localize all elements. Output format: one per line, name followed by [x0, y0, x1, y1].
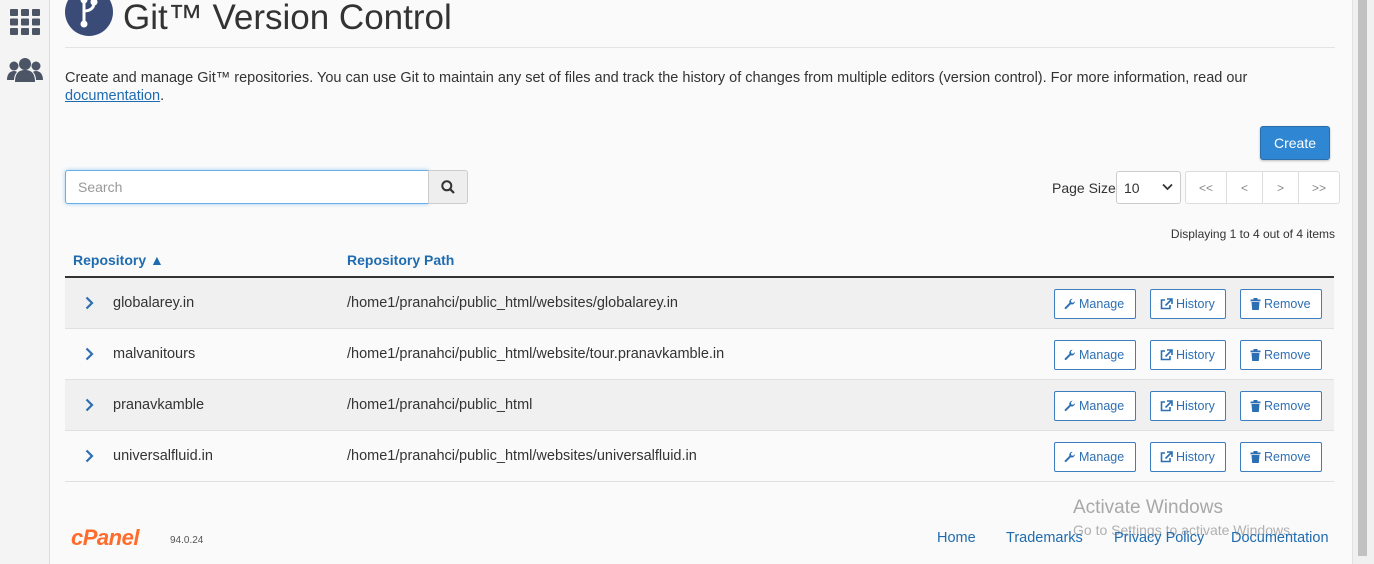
scrollbar-thumb[interactable] [1358, 0, 1367, 556]
chevron-down-icon [1162, 183, 1173, 191]
wrench-icon [1064, 298, 1076, 310]
history-button[interactable]: History [1150, 391, 1226, 421]
remove-label: Remove [1264, 297, 1311, 311]
manage-label: Manage [1079, 399, 1125, 413]
cpanel-version: 94.0.24 [170, 535, 204, 546]
footer-link-documentation[interactable]: Documentation [1231, 530, 1329, 546]
manage-label: Manage [1079, 450, 1125, 464]
history-label: History [1176, 348, 1215, 362]
sidebar [0, 0, 50, 564]
remove-button[interactable]: Remove [1240, 391, 1322, 421]
table-row: pranavkamble /home1/pranahci/public_html… [65, 380, 1334, 431]
page-header: Git™ Version Control [65, 0, 1335, 48]
repository-path: /home1/pranahci/public_html/websites/glo… [347, 295, 679, 311]
displaying-count: Displaying 1 to 4 out of 4 items [1170, 227, 1335, 241]
chevron-right-icon[interactable] [85, 347, 94, 361]
users-icon[interactable] [0, 50, 50, 90]
wrench-icon [1064, 451, 1076, 463]
trash-icon [1250, 298, 1261, 310]
history-button[interactable]: History [1150, 442, 1226, 472]
manage-button[interactable]: Manage [1054, 340, 1136, 370]
history-button[interactable]: History [1150, 289, 1226, 319]
footer-link-home[interactable]: Home [937, 530, 976, 546]
description-suffix: . [160, 88, 165, 104]
trash-icon [1250, 400, 1261, 412]
manage-label: Manage [1079, 297, 1125, 311]
remove-label: Remove [1264, 399, 1311, 413]
repository-name: globalarey.in [113, 295, 195, 311]
repository-name: malvanitours [113, 346, 196, 362]
column-repository-path[interactable]: Repository Path [347, 252, 454, 268]
repository-name: universalfluid.in [113, 448, 213, 464]
documentation-link[interactable]: documentation [65, 88, 160, 104]
column-repository[interactable]: Repository ▲ [73, 252, 164, 268]
page-scrollbar[interactable] [1352, 0, 1374, 564]
repository-path: /home1/pranahci/public_html/website/tour… [347, 346, 725, 362]
remove-label: Remove [1264, 450, 1311, 464]
page-size-label: Page Size [1052, 180, 1116, 196]
external-link-icon [1160, 400, 1173, 412]
page-size-select[interactable]: 10 [1116, 171, 1181, 204]
git-logo-icon [65, 0, 113, 36]
history-label: History [1176, 297, 1215, 311]
external-link-icon [1160, 298, 1173, 310]
page-description: Create and manage Git™ repositories. You… [65, 69, 1335, 105]
trash-icon [1250, 451, 1261, 463]
search-input[interactable] [65, 170, 429, 204]
chevron-right-icon[interactable] [85, 398, 94, 412]
history-button[interactable]: History [1150, 340, 1226, 370]
repository-path: /home1/pranahci/public_html/websites/uni… [347, 448, 697, 464]
manage-button[interactable]: Manage [1054, 289, 1136, 319]
history-label: History [1176, 399, 1215, 413]
remove-button[interactable]: Remove [1240, 340, 1322, 370]
remove-button[interactable]: Remove [1240, 289, 1322, 319]
last-page-button[interactable]: >> [1298, 171, 1340, 204]
repository-name: pranavkamble [113, 397, 205, 413]
table-header: Repository ▲ Repository Path [65, 246, 1334, 278]
table-row: universalfluid.in /home1/pranahci/public… [65, 431, 1334, 482]
footer-link-trademarks[interactable]: Trademarks [1006, 530, 1083, 546]
external-link-icon [1160, 349, 1173, 361]
activate-windows-title: Activate Windows [1073, 497, 1223, 518]
footer-link-privacy-policy[interactable]: Privacy Policy [1114, 530, 1204, 546]
description-text: Create and manage Git™ repositories. You… [65, 70, 1248, 86]
page-title: Git™ Version Control [123, 0, 452, 37]
external-link-icon [1160, 451, 1173, 463]
repository-path: /home1/pranahci/public_html [347, 397, 533, 413]
search-icon [441, 180, 455, 194]
manage-button[interactable]: Manage [1054, 391, 1136, 421]
table-row: malvanitours /home1/pranahci/public_html… [65, 329, 1334, 380]
prev-page-button[interactable]: < [1226, 171, 1263, 204]
remove-button[interactable]: Remove [1240, 442, 1322, 472]
history-label: History [1176, 450, 1215, 464]
chevron-right-icon[interactable] [85, 296, 94, 310]
repository-table: Repository ▲ Repository Path globalarey.… [65, 246, 1334, 482]
table-row: globalarey.in /home1/pranahci/public_htm… [65, 278, 1334, 329]
manage-label: Manage [1079, 348, 1125, 362]
page-size-value: 10 [1124, 179, 1140, 196]
manage-button[interactable]: Manage [1054, 442, 1136, 472]
remove-label: Remove [1264, 348, 1311, 362]
next-page-button[interactable]: > [1262, 171, 1299, 204]
search-button[interactable] [428, 170, 468, 204]
main-content: Git™ Version Control Create and manage G… [65, 0, 1340, 564]
trash-icon [1250, 349, 1261, 361]
wrench-icon [1064, 400, 1076, 412]
grid-icon[interactable] [0, 2, 50, 42]
first-page-button[interactable]: << [1185, 171, 1227, 204]
create-button[interactable]: Create [1260, 126, 1330, 160]
pagination: << < > >> [1185, 171, 1340, 204]
chevron-right-icon[interactable] [85, 449, 94, 463]
wrench-icon [1064, 349, 1076, 361]
cpanel-logo[interactable]: cPanel [71, 525, 139, 551]
